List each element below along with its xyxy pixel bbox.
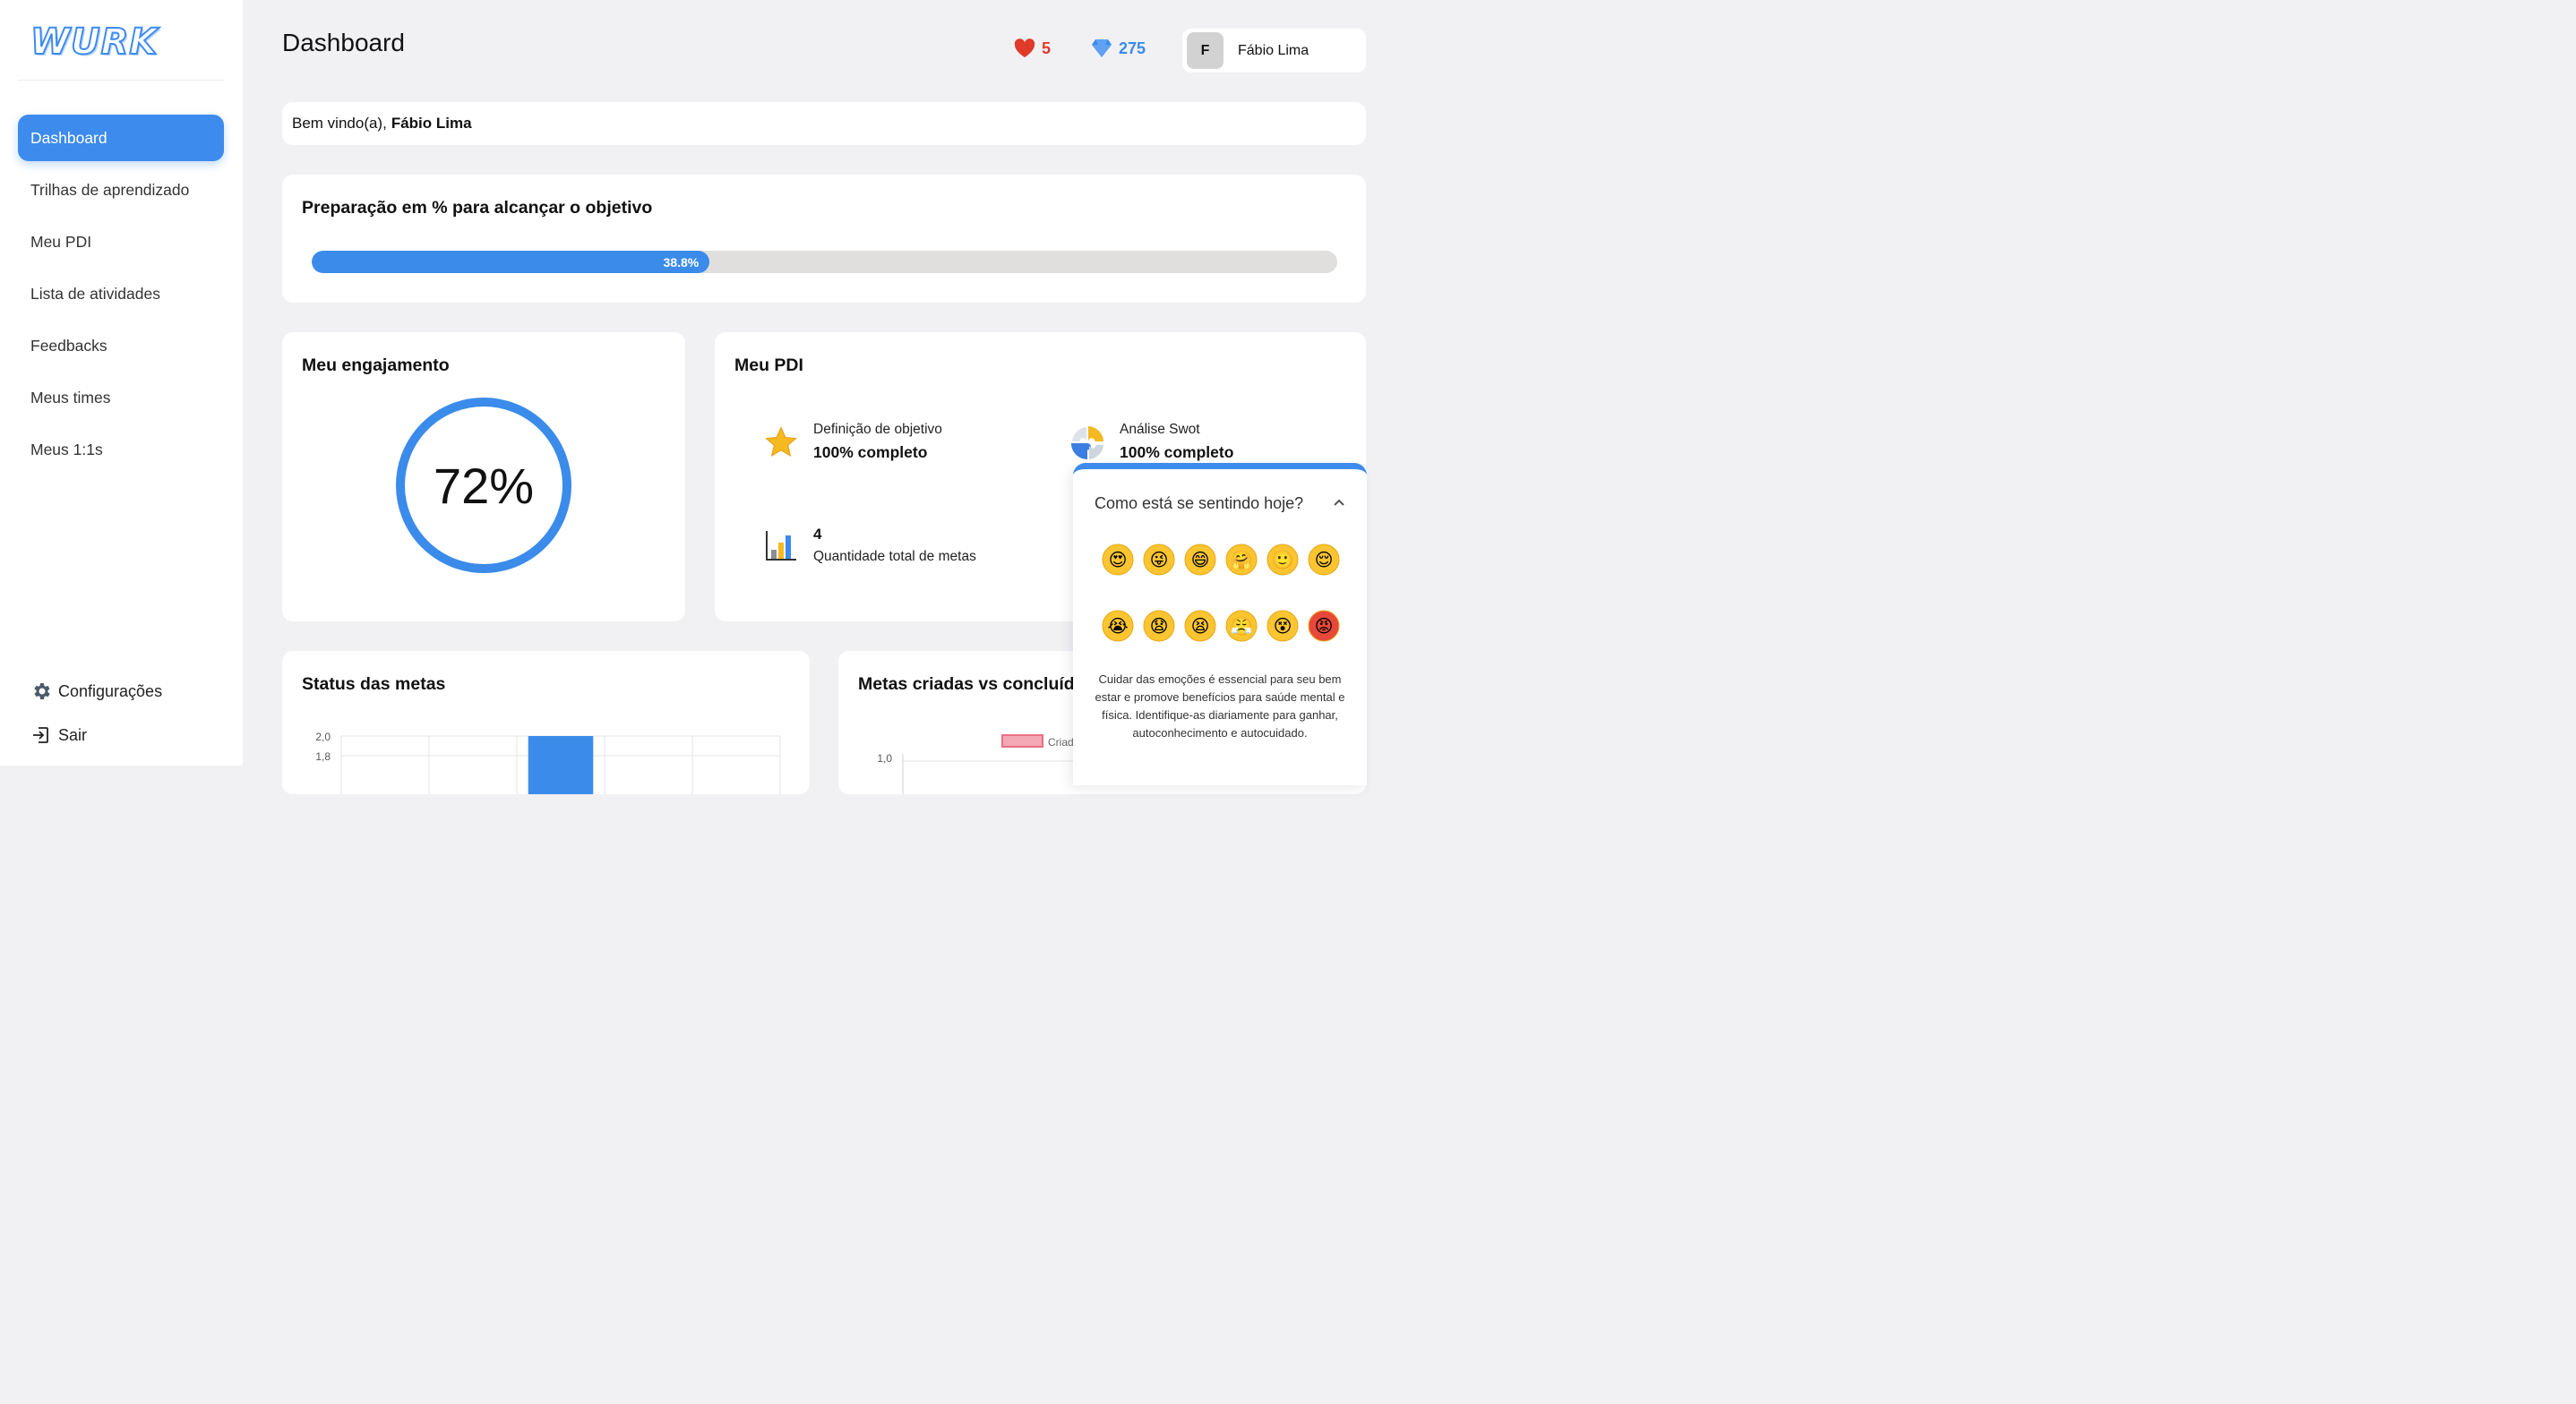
preparation-card: Preparação em % para alcançar o objetivo…	[282, 175, 1366, 303]
mood-title: Como está se sentindo hoje?	[1095, 494, 1304, 512]
svg-text:😤: 😤	[1231, 615, 1253, 637]
svg-text:😌: 😌	[1315, 549, 1334, 570]
emoji-slight-smile[interactable]: 🙂	[1262, 539, 1303, 580]
pdi-objective-status: 100% completo	[813, 443, 928, 461]
engagement-card: Meu engajamento 72%	[282, 332, 685, 621]
goals-status-chart: 2,0 1,8	[315, 731, 781, 794]
engagement-value: 72%	[433, 457, 535, 514]
mood-popup: Como está se sentindo hoje? 😍 😜 😄 🤗 🙂 😌 …	[1073, 463, 1367, 785]
logo-divider	[18, 80, 224, 81]
puzzle-icon	[1069, 424, 1105, 460]
welcome-prefix: Bem vindo(a),	[292, 115, 387, 132]
pdi-swot[interactable]: Análise Swot 100% completo	[1069, 422, 1233, 462]
emoji-row-positive: 😍 😜 😄 🤗 🙂 😌	[1097, 539, 1344, 580]
goals-status-card: Status das metas 2,0 1,8	[282, 651, 810, 794]
pdi-title: Meu PDI	[734, 355, 803, 375]
emoji-crying[interactable]: 😭	[1097, 605, 1138, 646]
gems-value: 275	[1119, 39, 1146, 57]
sidebar-item-lista-atividades[interactable]: Lista de atividades	[18, 270, 224, 317]
user-name: Fábio Lima	[1238, 42, 1309, 58]
chart-bar	[528, 736, 594, 794]
pdi-goals[interactable]: 4 Quantidade total de metas	[763, 526, 976, 565]
hearts-value: 5	[1042, 39, 1052, 57]
pdi-goals-count: 4	[813, 526, 822, 543]
svg-text:😡: 😡	[1315, 615, 1334, 637]
svg-text:😄: 😄	[1191, 549, 1210, 570]
y-tick-label: 1,0	[877, 752, 892, 765]
logout-link[interactable]: Sair	[30, 724, 228, 746]
emoji-angry[interactable]: 😡	[1303, 605, 1344, 646]
heart-icon	[1014, 39, 1035, 58]
svg-text:🤗: 🤗	[1231, 549, 1253, 570]
pdi-objective-label: Definição de objetivo	[813, 422, 942, 437]
svg-text:😍: 😍	[1109, 549, 1128, 570]
preparation-progress-fill: 38.8%	[312, 251, 710, 273]
welcome-user-name: Fábio Lima	[391, 115, 472, 132]
emoji-relieved[interactable]: 😌	[1303, 539, 1344, 580]
logout-icon	[30, 724, 52, 746]
emoji-winking-tongue[interactable]: 😜	[1138, 539, 1180, 580]
sidebar-item-meus-times[interactable]: Meus times	[18, 374, 224, 421]
page-title: Dashboard	[282, 29, 405, 56]
emoji-heart-eyes[interactable]: 😍	[1097, 539, 1138, 580]
sidebar-item-meus-1on1s[interactable]: Meus 1:1s	[18, 426, 224, 473]
pdi-swot-status: 100% completo	[1120, 443, 1234, 461]
svg-text:🙂: 🙂	[1272, 549, 1294, 570]
emoji-row-negative: 😭 😧 😫 😤 😵 😡	[1097, 605, 1344, 646]
sidebar-item-feedbacks[interactable]: Feedbacks	[18, 322, 224, 369]
emoji-tired[interactable]: 😫	[1180, 605, 1221, 646]
hearts-counter: 5	[1014, 39, 1051, 58]
pdi-objective[interactable]: Definição de objetivo 100% completo	[763, 422, 942, 462]
settings-label: Configurações	[58, 681, 163, 700]
pdi-swot-label: Análise Swot	[1120, 422, 1200, 437]
settings-link[interactable]: Configurações	[30, 681, 228, 702]
star-icon	[763, 424, 799, 460]
svg-text:😵: 😵	[1274, 615, 1292, 637]
bar-chart-icon	[763, 527, 799, 563]
pdi-goals-label: Quantidade total de metas	[813, 549, 976, 564]
logout-label: Sair	[58, 725, 88, 744]
sidebar-item-meu-pdi[interactable]: Meu PDI	[18, 218, 224, 265]
svg-text:😭: 😭	[1107, 615, 1128, 637]
legend-swatch	[1001, 734, 1043, 748]
gems-counter: 275	[1091, 39, 1146, 58]
sidebar-item-dashboard[interactable]: Dashboard	[18, 115, 224, 161]
sidebar-item-trilhas[interactable]: Trilhas de aprendizado	[18, 167, 224, 213]
mood-description: Cuidar das emoções é essencial para seu …	[1095, 672, 1345, 740]
sidebar: WURK Dashboard Trilhas de aprendizado Me…	[0, 0, 243, 766]
emoji-anguished[interactable]: 😧	[1138, 605, 1180, 646]
gear-icon	[30, 681, 52, 702]
preparation-title: Preparação em % para alcançar o objetivo	[302, 198, 653, 218]
emoji-steam[interactable]: 😤	[1221, 605, 1262, 646]
app-logo[interactable]: WURK	[30, 21, 158, 64]
chevron-up-icon	[1332, 495, 1346, 514]
emoji-hugging[interactable]: 🤗	[1221, 539, 1262, 580]
svg-text:😧: 😧	[1150, 615, 1169, 637]
emoji-dizzy[interactable]: 😵	[1262, 605, 1303, 646]
preparation-progress-bar: 38.8%	[312, 251, 1337, 273]
svg-text:😜: 😜	[1150, 549, 1169, 570]
welcome-banner: Bem vindo(a), Fábio Lima	[282, 102, 1366, 145]
collapse-button[interactable]	[1329, 494, 1349, 514]
svg-text:😫: 😫	[1191, 615, 1210, 637]
sidebar-nav: Dashboard Trilhas de aprendizado Meu PDI…	[18, 115, 224, 478]
engagement-title: Meu engajamento	[302, 355, 450, 375]
avatar: F	[1187, 32, 1224, 69]
preparation-progress-label: 38.8%	[663, 254, 700, 270]
y-tick-label: 1,8	[315, 750, 331, 763]
diamond-icon	[1091, 39, 1112, 58]
user-menu[interactable]: F Fábio Lima	[1182, 29, 1366, 73]
y-tick-label: 2,0	[315, 731, 331, 743]
emoji-grinning[interactable]: 😄	[1180, 539, 1221, 580]
